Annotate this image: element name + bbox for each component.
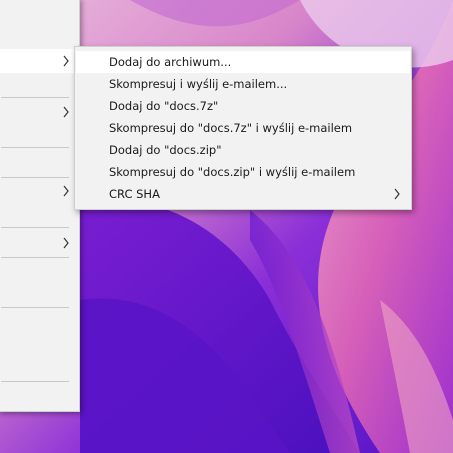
menu-separator [1,307,69,308]
menu-item-label: Dodaj do archiwum... [109,55,232,69]
chevron-right-icon [63,237,69,249]
menu-separator [1,147,69,148]
7zip-submenu: Dodaj do archiwum... Skompresuj i wyślij… [74,46,412,210]
menu-separator [1,381,69,382]
menu-item-label: Skompresuj do "docs.7z" i wyślij e-maile… [109,121,353,135]
parent-context-menu [0,0,80,412]
parent-menu-item-7zip[interactable] [0,49,79,73]
menu-separator [1,227,69,228]
menu-item-label: Skompresuj do "docs.zip" i wyślij e-mail… [109,165,356,179]
menu-item-compress-and-email[interactable]: Skompresuj i wyślij e-mailem... [76,73,410,95]
menu-separator [1,177,69,178]
chevron-right-icon [63,185,69,197]
chevron-right-icon [394,188,400,200]
parent-menu-item[interactable] [0,179,79,203]
menu-item-label: Skompresuj i wyślij e-mailem... [109,77,288,91]
menu-item-add-to-7z[interactable]: Dodaj do "docs.7z" [76,95,410,117]
menu-item-label: Dodaj do "docs.7z" [109,99,219,113]
menu-item-compress-zip-and-email[interactable]: Skompresuj do "docs.zip" i wyślij e-mail… [76,161,410,183]
parent-menu-item[interactable] [0,100,79,124]
menu-item-crc-sha[interactable]: CRC SHA [76,183,410,205]
menu-item-compress-7z-and-email[interactable]: Skompresuj do "docs.7z" i wyślij e-maile… [76,117,410,139]
chevron-right-icon [63,55,69,67]
menu-separator [1,97,69,98]
menu-separator [1,257,69,258]
chevron-right-icon [63,106,69,118]
menu-item-label: Dodaj do "docs.zip" [109,143,222,157]
parent-menu-item[interactable] [0,231,79,255]
menu-item-add-to-zip[interactable]: Dodaj do "docs.zip" [76,139,410,161]
menu-item-label: CRC SHA [109,187,160,201]
menu-item-add-to-archive[interactable]: Dodaj do archiwum... [76,51,410,73]
